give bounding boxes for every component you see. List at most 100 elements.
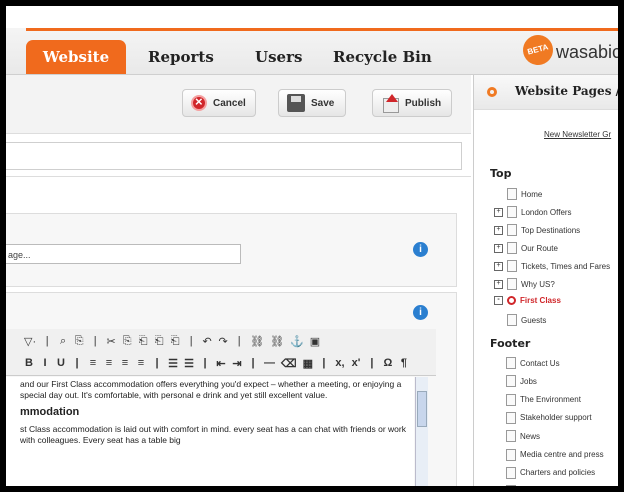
editor-format-button[interactable]: B	[24, 357, 34, 369]
tree-item[interactable]: Charters and policies	[506, 466, 595, 479]
top-navigation: Website Reports Users Recycle Bin BETA w…	[6, 6, 618, 75]
expand-icon[interactable]: +	[494, 279, 503, 289]
editor-tool-button[interactable]: ⎗	[138, 335, 148, 348]
save-button[interactable]: Save	[278, 89, 346, 117]
page-icon	[506, 411, 516, 424]
tree-item[interactable]: + Our Route	[494, 242, 558, 254]
editor-format-button[interactable]: ≡	[88, 357, 98, 369]
page-icon	[506, 393, 516, 406]
editor-body[interactable]: and our First Class accommodation offers…	[6, 377, 414, 486]
tree-item-label: Contact Us	[520, 358, 560, 368]
tree-item[interactable]: + London Offers	[494, 206, 572, 218]
tree-item-label: Home	[521, 189, 543, 199]
tree-item[interactable]: The Environment	[506, 393, 581, 406]
expand-icon[interactable]: +	[494, 207, 503, 217]
tree-item[interactable]: News	[506, 430, 540, 443]
tree-item[interactable]: Home	[494, 188, 542, 200]
tab-website[interactable]: Website	[26, 40, 126, 74]
page-icon	[506, 430, 516, 443]
logo[interactable]: wasabic	[556, 42, 618, 63]
editor-tool-button[interactable]: ⛓	[250, 335, 264, 348]
tree-item[interactable]: Contact Us	[506, 357, 560, 369]
tab-recycle-bin[interactable]: Recycle Bin	[333, 40, 432, 74]
editor-format-button[interactable]: I	[40, 357, 50, 369]
cancel-button[interactable]: Cancel	[182, 89, 256, 117]
editor-format-button[interactable]: ⇥	[232, 357, 242, 370]
editor-tool-button[interactable]: ⎗	[170, 335, 180, 348]
title-field[interactable]	[6, 142, 462, 170]
tree-item[interactable]: Jobs	[506, 375, 537, 388]
tree-item[interactable]: - First Class	[494, 296, 561, 305]
cancel-icon	[191, 94, 207, 111]
collapse-icon[interactable]: -	[494, 296, 503, 305]
editor-tool-button[interactable]: ▽·	[24, 335, 36, 348]
toolbar-separator: |	[370, 357, 374, 369]
tree-item[interactable]: + Why US?	[494, 278, 555, 290]
editor-tool-button[interactable]: ⎘	[74, 335, 84, 348]
scrollbar-thumb[interactable]	[417, 391, 427, 427]
toolbar-separator: |	[251, 357, 255, 369]
info-icon[interactable]: i	[413, 242, 428, 257]
page-icon	[507, 314, 517, 326]
editor-tool-button[interactable]: ↷	[218, 335, 228, 348]
editor-format-button[interactable]: ☰	[184, 357, 194, 370]
cancel-label: Cancel	[213, 97, 246, 109]
tab-users[interactable]: Users	[255, 40, 302, 74]
tree-item-label: Why US?	[521, 279, 555, 289]
section-footer-label: Footer	[490, 337, 531, 350]
editor-tool-button[interactable]: ✂	[106, 335, 116, 348]
expand-icon[interactable]: +	[494, 243, 503, 253]
tree-item[interactable]: + Tickets, Times and Fares	[494, 260, 610, 272]
tree-item[interactable]: + Top Destinations	[494, 224, 580, 236]
properties-panel: age... i	[6, 213, 457, 287]
page-icon	[507, 242, 517, 254]
sidebar-header: Website Pages /	[474, 75, 618, 110]
editor-tool-button[interactable]: ⌕	[58, 335, 68, 348]
editor-tool-button[interactable]: ⎗	[154, 335, 164, 348]
editor-format-button[interactable]: U	[56, 357, 66, 369]
editor-tool-button[interactable]: ⚓	[290, 335, 304, 348]
tree-item[interactable]: Guests	[494, 314, 546, 326]
editor-format-button[interactable]: Ω	[383, 357, 393, 369]
editor-tool-button[interactable]: ▣	[310, 335, 320, 348]
publish-button[interactable]: Publish	[372, 89, 452, 117]
editor-format-button[interactable]: ≡	[120, 357, 130, 369]
new-newsletter-link[interactable]: New Newsletter Gr	[544, 130, 611, 139]
editor-format-button[interactable]: ≡	[104, 357, 114, 369]
editor-format-button[interactable]: ▦	[303, 357, 313, 370]
page-icon	[507, 206, 517, 218]
editor-format-button[interactable]: ¶	[399, 357, 409, 369]
page-icon	[506, 466, 516, 479]
toolbar-separator: |	[45, 335, 49, 347]
editor-heading: mmodation	[20, 406, 80, 418]
info-icon[interactable]: i	[413, 305, 428, 320]
editor-scrollbar[interactable]	[415, 377, 428, 486]
tree-item[interactable]: Media centre and press	[506, 448, 604, 461]
tree-item-label: First Class	[520, 296, 561, 305]
tree-item[interactable]: Stakeholder support	[506, 411, 592, 424]
editor-tool-button[interactable]: ⛓	[270, 335, 284, 348]
editor-format-button[interactable]: —	[264, 357, 275, 369]
save-label: Save	[311, 97, 335, 109]
tree-item-label: London Offers	[521, 207, 572, 217]
page-icon	[506, 375, 516, 388]
tree-item[interactable]: About us	[506, 485, 552, 486]
editor-format-button[interactable]: ⌫	[281, 357, 297, 370]
selected-page-icon	[507, 296, 516, 305]
bullet-icon	[487, 87, 497, 97]
editor-format-button[interactable]: ☰	[168, 357, 178, 370]
expand-icon[interactable]: +	[494, 225, 503, 235]
toolbar-separator: |	[189, 335, 193, 347]
expand-icon[interactable]: +	[494, 261, 503, 271]
editor-tool-button[interactable]: ↶	[202, 335, 212, 348]
tab-reports[interactable]: Reports	[148, 40, 214, 74]
editor-tool-button[interactable]: ⎘	[122, 335, 132, 348]
editor-format-button[interactable]: ≡	[136, 357, 146, 369]
text-input[interactable]: age...	[6, 244, 241, 264]
title-bar	[6, 134, 471, 177]
editor-format-button[interactable]: x'	[351, 357, 361, 369]
editor-format-button[interactable]: x,	[335, 357, 345, 369]
publish-label: Publish	[405, 97, 442, 109]
publish-icon	[381, 94, 399, 113]
editor-format-button[interactable]: ⇤	[216, 357, 226, 370]
